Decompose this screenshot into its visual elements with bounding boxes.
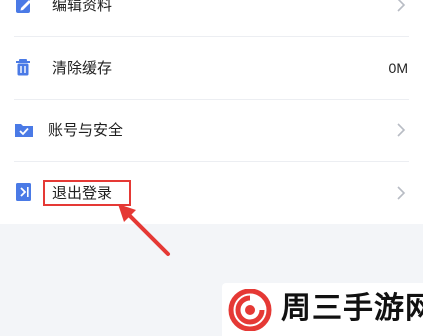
watermark-text: 周三手游网 [281, 291, 423, 326]
chevron-right-icon [395, 0, 407, 13]
settings-item-clear-cache[interactable]: 清除缓存 0M [0, 37, 423, 99]
settings-item-label: 编辑资料 [52, 0, 113, 14]
settings-item-label: 账号与安全 [48, 121, 124, 139]
folder-check-icon [14, 120, 34, 140]
watermark: 周三手游网 [222, 283, 423, 336]
chevron-right-icon [395, 185, 407, 201]
edit-icon [14, 0, 34, 15]
settings-item-account-security[interactable]: 账号与安全 [0, 99, 423, 161]
settings-item-edit-profile[interactable]: 编辑资料 [0, 0, 423, 36]
settings-item-label: 清除缓存 [52, 59, 113, 77]
trash-icon [14, 57, 34, 77]
annotation-arrow [118, 204, 170, 256]
watermark-logo-icon [228, 289, 272, 331]
logout-icon [14, 182, 34, 202]
chevron-right-icon [395, 122, 407, 138]
cache-size-value: 0M [388, 60, 408, 76]
